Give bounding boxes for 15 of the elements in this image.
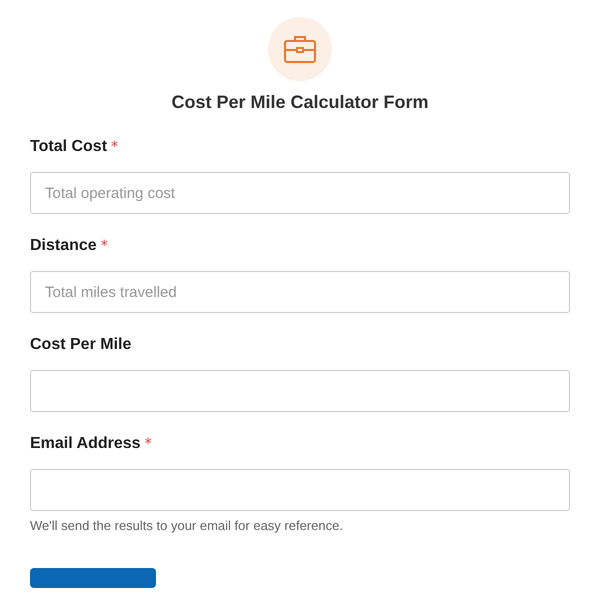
field-label: Cost Per Mile <box>30 336 132 354</box>
field-label: Email Address <box>30 435 141 453</box>
required-mark: * <box>100 238 108 254</box>
input-field[interactable]: Total operating cost <box>30 172 570 214</box>
briefcase-icon <box>283 34 317 64</box>
form-title: Cost Per Mile Calculator Form <box>171 92 429 113</box>
required-mark: * <box>144 436 152 452</box>
required-mark: * <box>111 139 118 155</box>
help-text: We'll send the results to your email for easy reference. <box>30 518 344 533</box>
button[interactable] <box>30 568 156 588</box>
field-label: Distance <box>30 237 97 255</box>
input-field[interactable] <box>30 469 570 511</box>
field-label: Total Cost <box>30 138 108 156</box>
input-field[interactable] <box>30 370 570 412</box>
input-field[interactable]: Total miles travelled <box>30 271 570 313</box>
